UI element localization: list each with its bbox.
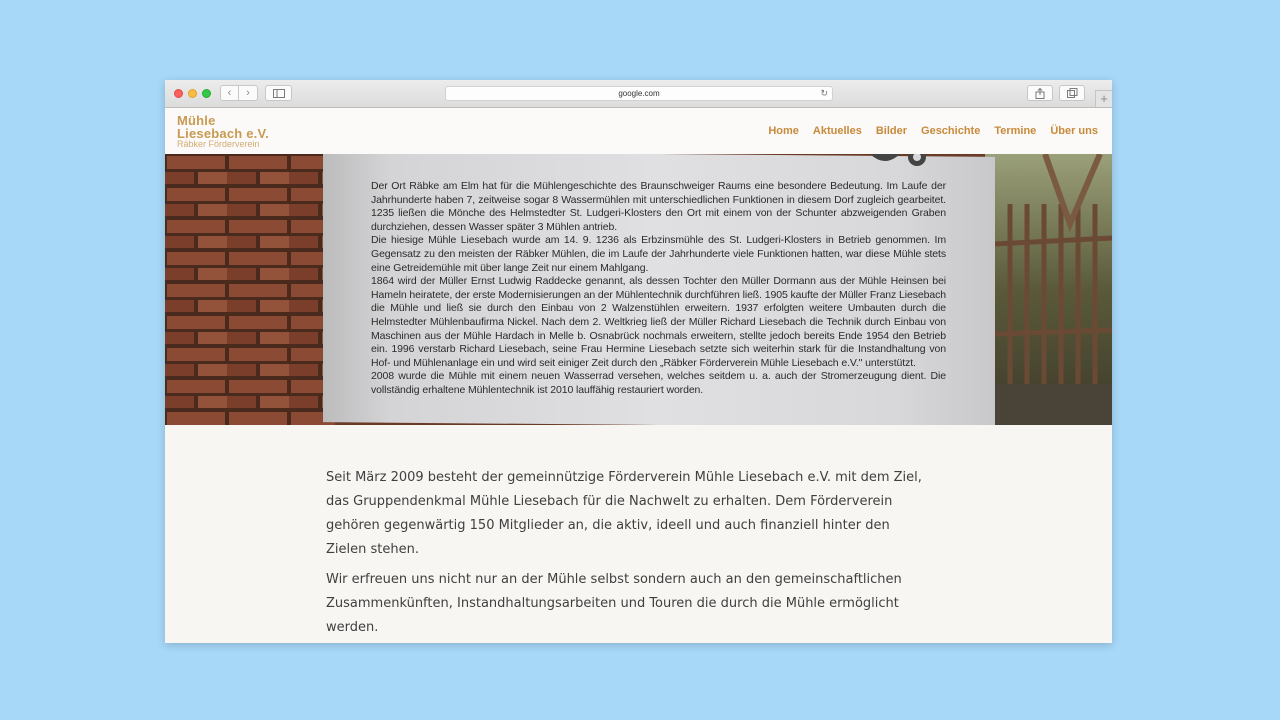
tabs-overview-button[interactable] <box>1059 85 1085 101</box>
tabs-icon <box>1066 88 1077 98</box>
new-tab-icon: + <box>1100 91 1108 106</box>
zoom-window-button[interactable] <box>202 89 211 98</box>
nav-aktuelles[interactable]: Aktuelles <box>813 125 862 137</box>
intro-paragraph: Wir erfreuen uns nicht nur an der Mühle … <box>326 572 902 635</box>
site-logo[interactable]: Mühle Liesebach e.V. Räbker Förderverein <box>177 114 269 149</box>
back-icon: ‹ <box>227 87 232 99</box>
logo-subtitle: Räbker Förderverein <box>177 139 260 149</box>
nav-bilder[interactable]: Bilder <box>876 125 907 137</box>
nav-ueber-uns[interactable]: Über uns <box>1050 125 1098 137</box>
sidebar-icon <box>272 88 285 98</box>
sign-text: Der Ort Räbke am Elm hat für die Mühleng… <box>371 180 946 398</box>
browser-window: ‹ › google.com ↻ + Mühle Liesebach e.V. … <box>165 80 1112 643</box>
minimize-window-button[interactable] <box>188 89 197 98</box>
intro-content: Seit März 2009 besteht der gemeinnützige… <box>326 466 926 643</box>
sign-paragraph: Die hiesige Mühle Liesebach wurde am 14.… <box>371 234 946 274</box>
address-bar[interactable]: google.com ↻ <box>445 86 833 101</box>
sign-paragraph: 2008 wurde die Mühle mit einem neuen Was… <box>371 370 946 396</box>
share-button[interactable] <box>1027 85 1053 101</box>
nav-home[interactable]: Home <box>768 125 799 137</box>
sign-paragraph: Der Ort Räbke am Elm hat für die Mühleng… <box>371 180 946 233</box>
reload-icon[interactable]: ↻ <box>820 87 828 100</box>
nav-geschichte[interactable]: Geschichte <box>921 125 980 137</box>
site-header: Mühle Liesebach e.V. Räbker Förderverein… <box>165 108 1112 154</box>
main-nav: Home Aktuelles Bilder Geschichte Termine… <box>768 125 1098 137</box>
nav-termine[interactable]: Termine <box>994 125 1036 137</box>
share-icon <box>1035 87 1045 99</box>
browser-toolbar: ‹ › google.com ↻ + <box>165 80 1112 108</box>
new-tab-button[interactable]: + <box>1095 90 1112 107</box>
hero-image: Der Ort Räbke am Elm hat für die Mühleng… <box>165 154 1112 425</box>
url-text: google.com <box>618 89 660 98</box>
close-window-button[interactable] <box>174 89 183 98</box>
intro-paragraph: Seit März 2009 besteht der gemeinnützige… <box>326 470 922 557</box>
sidebar-button[interactable] <box>265 85 292 101</box>
sign-paragraph: 1864 wird der Müller Ernst Ludwig Raddec… <box>371 275 946 369</box>
sign-ornament-icon <box>870 154 926 166</box>
back-button[interactable]: ‹ <box>220 85 239 101</box>
forward-button[interactable]: › <box>239 85 258 101</box>
forward-icon: › <box>246 87 250 99</box>
